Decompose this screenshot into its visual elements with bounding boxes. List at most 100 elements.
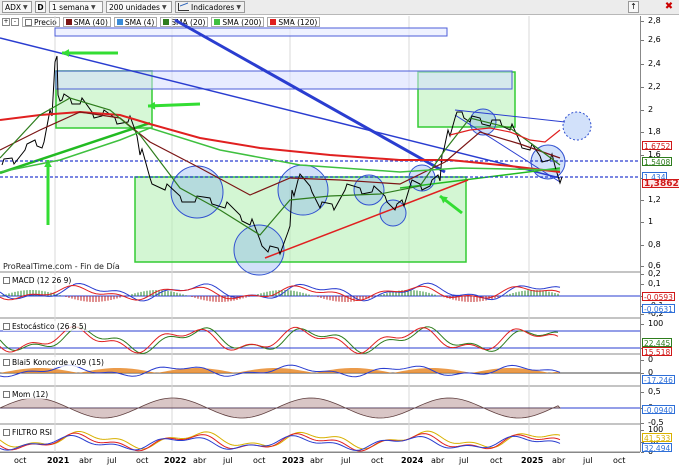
axis-tick-mark — [641, 155, 644, 156]
panel-title-stoch[interactable]: Estocástico (26 8 5) — [3, 321, 89, 331]
panel-title-label: MACD (12 26 9) — [12, 275, 72, 285]
axis-tick-label: 2,6 — [648, 35, 661, 44]
value-badge: -0,0940 — [642, 405, 675, 415]
axis-tick-mark — [641, 373, 644, 374]
time-axis-label: 2022 — [164, 456, 187, 465]
time-axis-label: jul — [583, 456, 593, 465]
chart-canvas — [0, 16, 640, 453]
time-axis-label: oct — [371, 456, 384, 465]
panel-title-label: Estocástico (26 8 5) — [12, 321, 87, 331]
chart-window: ADX ▼ D 1 semana ▼ 200 unidades ▼ Indica… — [0, 0, 679, 466]
panel-title-mom[interactable]: Mom (12) — [3, 389, 51, 399]
time-axis-label: oct — [136, 456, 149, 465]
axis-tick-mark — [641, 324, 644, 325]
axis-tick-mark — [641, 284, 644, 285]
highlight-circle — [170, 165, 224, 219]
mom-area — [0, 397, 561, 419]
axis-tick-label: 0,5 — [648, 387, 661, 396]
value-badge: 32,494 — [642, 443, 673, 453]
time-axis-label: jul — [107, 456, 117, 465]
mom-axis: 0,50-0,5-0,0940 — [640, 386, 679, 427]
blai5-axis: 0 -17,246 — [640, 354, 679, 386]
axis-tick-mark — [641, 314, 644, 315]
axis-tick-label: 1,2 — [648, 195, 661, 204]
axis-tick-mark — [641, 110, 644, 111]
axis-tick-label: 2,8 — [648, 16, 661, 25]
time-axis-label: jul — [459, 456, 469, 465]
value-badge: 41,533 — [642, 433, 673, 443]
close-button[interactable]: ✖ — [663, 1, 675, 13]
trendline-green — [0, 121, 151, 175]
axis-tick-mark — [641, 266, 644, 267]
time-axis-label: abr — [193, 456, 207, 465]
top-band-rect — [54, 27, 448, 37]
panel-menu-icon — [3, 276, 10, 284]
highlight-circle — [233, 224, 285, 276]
time-axis-label: oct — [490, 456, 503, 465]
panel-title-label: FILTRO RSI — [12, 427, 52, 437]
time-axis-label: 2023 — [282, 456, 305, 465]
time-axis-label: 2024 — [401, 456, 424, 465]
value-badge: 1,5408 — [642, 157, 673, 167]
time-axis-label: oct — [613, 456, 626, 465]
panel-menu-icon — [3, 322, 10, 330]
axis-tick-mark — [641, 392, 644, 393]
panel-menu-icon — [3, 428, 10, 436]
axis-tick-label: 0,1 — [648, 279, 661, 288]
value-badge: 22,445 — [642, 338, 673, 348]
rsi-axis: 10050041,53332,494 — [640, 424, 679, 456]
axis-tick-mark — [641, 40, 644, 41]
time-axis-label: oct — [14, 456, 27, 465]
axis-tick-mark — [641, 430, 644, 431]
time-axis-label: jul — [341, 456, 351, 465]
axis-tick-mark — [641, 274, 644, 275]
value-badge: -0,0631 — [642, 304, 675, 314]
panel-title-macd[interactable]: MACD (12 26 9) — [3, 275, 74, 285]
panel-title-blai5[interactable]: Blai5 Koncorde v.09 (15) — [3, 357, 106, 367]
axis-tick-mark — [641, 200, 644, 201]
time-axis: oct 2021 abr jul oct 2022 abr jul oct 2023 abr jul o… — [0, 452, 640, 466]
macd-axis: 0,20,10-0,1-0,2-0,0593-0,0631 — [640, 269, 679, 318]
axis-tick-mark — [641, 245, 644, 246]
highlight-circle — [562, 111, 592, 141]
axis-tick-label: 0,8 — [648, 240, 661, 249]
value-badge: -0,0593 — [642, 292, 675, 302]
stoch-axis: 10050022,44515,518 — [640, 318, 679, 364]
axis-tick-mark — [641, 222, 644, 223]
axis-tick-mark — [641, 21, 644, 22]
green-arrow — [147, 102, 201, 108]
axis-tick-label: 1 — [648, 217, 654, 226]
panel-menu-icon — [3, 358, 10, 366]
data-source-label: ProRealTime.com - Fin de Día — [3, 262, 120, 271]
axis-tick-mark — [641, 64, 644, 65]
time-axis-label: abr — [552, 456, 566, 465]
value-badge: -17,246 — [642, 375, 675, 385]
blai5-area — [0, 368, 560, 373]
time-axis-label: jul — [223, 456, 233, 465]
time-axis-label: abr — [79, 456, 93, 465]
axis-tick-label: 100 — [648, 319, 664, 328]
highlight-circle — [353, 174, 385, 206]
axis-tick-label: 2,4 — [648, 59, 661, 68]
value-badge: 1,6752 — [642, 141, 673, 151]
price-axis: 2,82,62,42,221,81,61,41,210,80,61,67521,… — [640, 16, 679, 272]
green-arrow-head — [62, 49, 70, 57]
axis-tick-label: 2 — [648, 105, 654, 114]
panel-title-label: Blai5 Koncorde v.09 (15) — [12, 357, 104, 367]
axis-tick-mark — [641, 87, 644, 88]
value-badge: 1,3862 — [642, 179, 679, 189]
time-axis-label: oct — [253, 456, 266, 465]
close-icon: ✖ — [664, 1, 674, 12]
time-axis-label: abr — [310, 456, 324, 465]
axis-tick-label: 2,2 — [648, 82, 661, 91]
time-axis-label: 2025 — [521, 456, 544, 465]
axis-tick-mark — [641, 132, 644, 133]
time-axis-label: 2021 — [47, 456, 70, 465]
panel-title-rsi[interactable]: FILTRO RSI — [3, 427, 54, 437]
axis-tick-label: 0,2 — [648, 269, 661, 278]
time-axis-label: abr — [431, 456, 445, 465]
panel-menu-icon — [3, 390, 10, 398]
axis-tick-label: 1,8 — [648, 127, 661, 136]
panel-title-label: Mom (12) — [12, 389, 49, 399]
rsi-red-line — [0, 432, 561, 452]
